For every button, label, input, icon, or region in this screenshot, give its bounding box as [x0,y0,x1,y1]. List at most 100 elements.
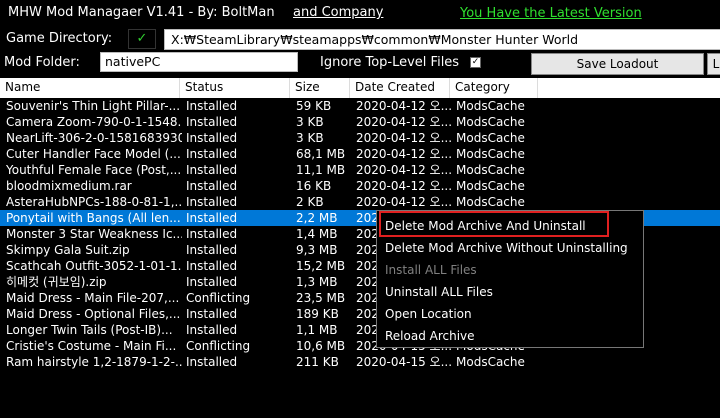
cell-status: Installed [186,195,238,209]
directory-valid-check-icon: ✓ [128,29,156,49]
cell-status: Installed [186,211,238,225]
cell-size: 1,3 MB [296,275,338,289]
load-loadout-button[interactable]: L [707,53,720,75]
ignore-top-level-label: Ignore Top-Level Files [320,55,460,70]
context-menu: Delete Mod Archive And Uninstall Delete … [376,210,644,348]
cell-size: 11,1 MB [296,163,346,177]
cell-status: Installed [186,259,238,273]
game-directory-input[interactable]: X:₩SteamLibrary₩steamapps₩common₩Monster… [164,29,720,50]
cell-name: Skimpy Gala Suit.zip [6,243,130,257]
cell-date: 2020-04-15 오... [356,355,452,369]
cell-size: 1,4 MB [296,227,338,241]
mod-folder-label: Mod Folder: [4,55,80,70]
cell-date: 2020-04-12 오... [356,131,452,145]
cell-name: Scathcah Outfit-3052-1-01-1... [6,259,182,273]
cell-status: Installed [186,115,238,129]
table-row[interactable]: Ram hairstyle 1,2-1879-1-2-... Installed 2… [0,354,720,370]
company-link[interactable]: and Company [293,5,383,20]
cell-category: ModsCache [456,99,525,113]
title-bar: MHW Mod Managaer V1.41 - By: BoltMan and… [0,0,720,28]
cell-size: 2 KB [296,195,324,209]
cell-status: Conflicting [186,291,251,305]
column-header-category[interactable]: Category [450,78,538,98]
cell-size: 9,3 MB [296,243,338,257]
latest-version-link[interactable]: You Have the Latest Version [460,6,642,21]
cell-status: Installed [186,131,238,145]
table-row[interactable]: bloodmixmedium.rar Installed 16 KB 2020-04-… [0,178,720,194]
cell-category: ModsCache [456,179,525,193]
cell-name: Maid Dress - Optional Files,... [6,307,181,321]
cell-status: Installed [186,275,238,289]
cell-name: Cristie's Costume - Main Fi... [6,339,177,353]
cell-name: bloodmixmedium.rar [6,179,132,193]
table-row[interactable]: Cuter Handler Face Model (... Installed 68… [0,146,720,162]
cell-date: 2020-04-12 오... [356,99,452,113]
app-title: MHW Mod Managaer V1.41 - By: BoltMan [8,5,275,20]
cell-status: Installed [186,147,238,161]
menu-item-open-location[interactable]: Open Location [377,303,643,325]
ignore-top-level-checkbox[interactable]: ✓ [470,57,481,68]
cell-status: Conflicting [186,339,251,353]
cell-name: Ponytail with Bangs (All len... [6,211,181,225]
table-row[interactable]: AsteraHubNPCs-188-0-81-1,... Installed 2 K… [0,194,720,210]
cell-name: 히메컷 (귀보임).zip [6,275,107,289]
cell-size: 1,1 MB [296,323,338,337]
table-header: Name Status Size Date Created Category [0,78,720,98]
cell-category: ModsCache [456,115,525,129]
cell-date: 2020-04-12 오... [356,195,452,209]
cell-category: ModsCache [456,163,525,177]
column-header-date-created[interactable]: Date Created [350,78,450,98]
menu-item-delete-without-uninstalling[interactable]: Delete Mod Archive Without Uninstalling [377,237,643,259]
cell-name: Ram hairstyle 1,2-1879-1-2-... [6,355,182,369]
cell-size: 10,6 MB [296,339,346,353]
cell-name: Monster 3 Star Weakness Ic... [6,227,182,241]
cell-category: ModsCache [456,195,525,209]
table-row[interactable]: NearLift-306-2-0-1581683930... Installed 3… [0,130,720,146]
table-row[interactable]: Souvenir's Thin Light Pillar-... Installe… [0,98,720,114]
cell-name: Camera Zoom-790-0-1-1548... [6,115,182,129]
mod-folder-input[interactable]: nativePC [100,52,298,72]
table-row[interactable]: Youthful Female Face (Post,... Installed 1… [0,162,720,178]
cell-category: ModsCache [456,131,525,145]
cell-name: AsteraHubNPCs-188-0-81-1,... [6,195,182,209]
cell-status: Installed [186,179,238,193]
cell-size: 189 KB [296,307,339,321]
cell-date: 2020-04-12 오... [356,147,452,161]
cell-status: Installed [186,355,238,369]
cell-size: 3 KB [296,131,324,145]
cell-date: 2020-04-12 오... [356,163,452,177]
cell-size: 16 KB [296,179,332,193]
cell-category: ModsCache [456,147,525,161]
cell-date: 2020-04-12 오... [356,179,452,193]
cell-status: Installed [186,243,238,257]
table-row[interactable]: Camera Zoom-790-0-1-1548... Installed 3 KB… [0,114,720,130]
column-header-size[interactable]: Size [290,78,350,98]
cell-size: 23,5 MB [296,291,346,305]
cell-name: NearLift-306-2-0-1581683930... [6,131,182,145]
cell-name: Souvenir's Thin Light Pillar-... [6,99,181,113]
cell-category: ModsCache [456,355,525,369]
cell-status: Installed [186,227,238,241]
cell-status: Installed [186,163,238,177]
cell-size: 59 KB [296,99,332,113]
column-header-status[interactable]: Status [180,78,290,98]
cell-name: Youthful Female Face (Post,... [6,163,182,177]
menu-item-uninstall-all-files[interactable]: Uninstall ALL Files [377,281,643,303]
cell-size: 15,2 MB [296,259,346,273]
cell-size: 2,2 MB [296,211,338,225]
menu-item-reload-archive[interactable]: Reload Archive [377,325,643,347]
cell-size: 211 KB [296,355,339,369]
cell-date: 2020-04-12 오... [356,115,452,129]
cell-status: Installed [186,99,238,113]
menu-item-install-all-files: Install ALL Files [385,263,477,277]
cell-name: Longer Twin Tails (Post-IB)... [6,323,173,337]
cell-status: Installed [186,307,238,321]
column-header-name[interactable]: Name [0,78,180,98]
cell-size: 3 KB [296,115,324,129]
cell-size: 68,1 MB [296,147,346,161]
save-loadout-button[interactable]: Save Loadout [531,53,704,75]
highlight-box [379,211,609,237]
cell-name: Cuter Handler Face Model (... [6,147,181,161]
cell-name: Maid Dress - Main File-207,... [6,291,180,305]
game-directory-label: Game Directory: [6,31,113,46]
